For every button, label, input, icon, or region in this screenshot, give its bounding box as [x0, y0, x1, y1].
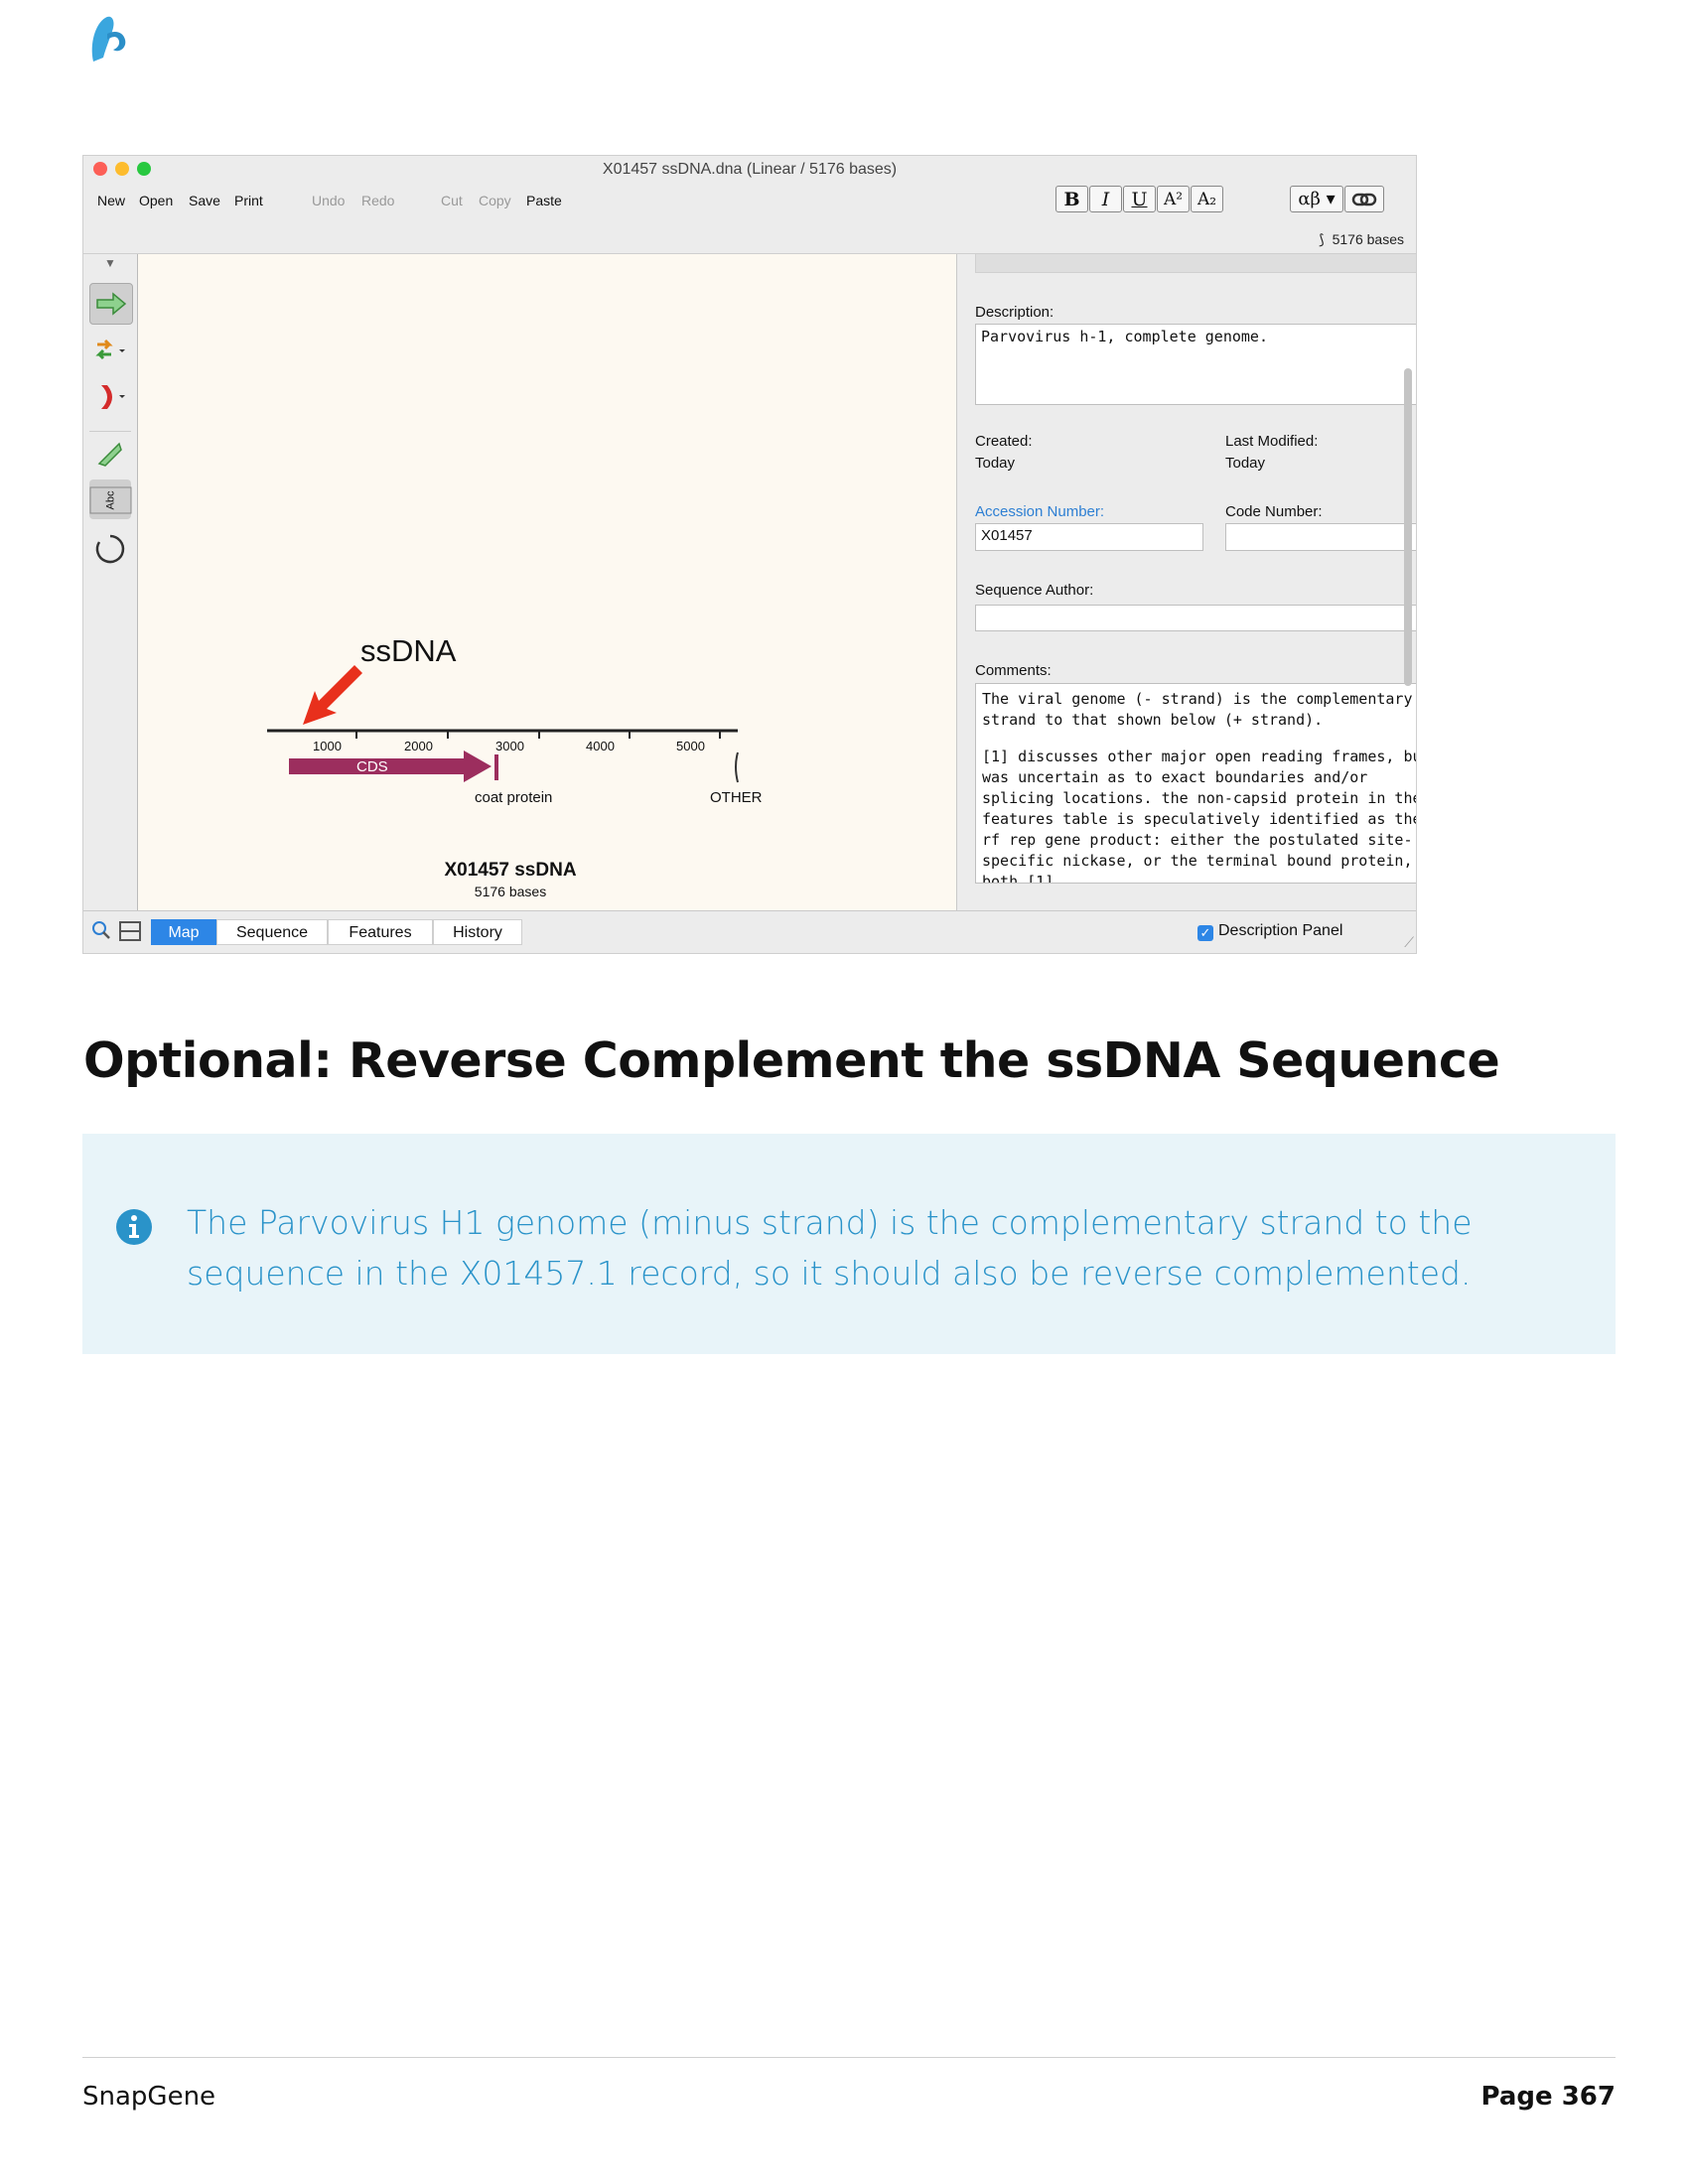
- comments-paragraph-2: [1] discusses other major open reading f…: [982, 748, 1417, 884]
- primer-tool-icon[interactable]: [89, 431, 131, 472]
- print-button[interactable]: Print: [234, 193, 263, 208]
- swap-strands-icon[interactable]: [89, 331, 131, 370]
- panel-header-strip: [975, 254, 1416, 273]
- circular-view-icon[interactable]: [89, 529, 131, 569]
- save-button[interactable]: Save: [189, 193, 220, 208]
- snapgene-logo-icon: [91, 16, 126, 63]
- info-icon: [116, 1209, 152, 1245]
- symbol-button[interactable]: αβ ▾: [1290, 186, 1343, 212]
- description-label: Description:: [975, 304, 1055, 321]
- sequence-map[interactable]: ssDNA 1000 2000 3000 4000 5000 CDS coat …: [138, 254, 957, 911]
- code-number-field[interactable]: [1225, 523, 1416, 551]
- cds-label: CDS: [356, 758, 388, 775]
- section-heading: Optional: Reverse Complement the ssDNA S…: [83, 1032, 1500, 1089]
- created-label: Created:: [975, 433, 1033, 450]
- undo-button[interactable]: Undo: [312, 193, 345, 208]
- info-note-text: The Parvovirus H1 genome (minus strand) …: [187, 1203, 1473, 1293]
- checkbox-checked-icon[interactable]: ✓: [1197, 925, 1213, 941]
- subscript-button[interactable]: A₂: [1191, 186, 1223, 212]
- map-tools: ▼ Abc: [83, 254, 138, 911]
- tick-label-5000: 5000: [676, 739, 705, 753]
- superscript-button[interactable]: A²: [1157, 186, 1190, 212]
- new-button[interactable]: New: [97, 193, 125, 208]
- cut-button[interactable]: Cut: [441, 193, 463, 208]
- description-panel: Description: Parvovirus h-1, complete ge…: [957, 254, 1416, 911]
- last-modified-label: Last Modified:: [1225, 433, 1319, 450]
- description-field[interactable]: Parvovirus h-1, complete genome.: [975, 324, 1416, 405]
- comments-paragraph-1: The viral genome (- strand) is the compl…: [982, 690, 1413, 729]
- coat-protein-feature[interactable]: [494, 754, 498, 780]
- window-title: X01457 ssDNA.dna (Linear / 5176 bases): [602, 161, 898, 178]
- sequence-length: 5176 bases: [474, 884, 547, 899]
- italic-button[interactable]: I: [1089, 186, 1122, 212]
- description-panel-toggle[interactable]: ✓ Description Panel: [1197, 922, 1342, 941]
- tab-history[interactable]: History: [433, 919, 522, 945]
- text-tool-icon[interactable]: Abc: [89, 479, 131, 519]
- info-note: The Parvovirus H1 genome (minus strand) …: [82, 1134, 1616, 1354]
- tab-sequence[interactable]: Sequence: [216, 919, 328, 945]
- base-count-readout: ⟆ 5176 bases: [1319, 231, 1404, 247]
- cds-feature[interactable]: [289, 751, 492, 782]
- paste-button[interactable]: Paste: [526, 193, 562, 208]
- footer-brand: SnapGene: [82, 2082, 216, 2112]
- snapgene-window: X01457 ssDNA.dna (Linear / 5176 bases) N…: [82, 155, 1417, 954]
- coat-protein-label: coat protein: [475, 789, 553, 806]
- tab-map[interactable]: Map: [151, 919, 216, 945]
- copy-button[interactable]: Copy: [479, 193, 511, 208]
- comments-label: Comments:: [975, 662, 1052, 679]
- search-icon[interactable]: [91, 920, 111, 946]
- page-number: Page 367: [1480, 2082, 1616, 2112]
- resize-grip-icon[interactable]: ⟋: [1404, 934, 1414, 951]
- last-modified-value: Today: [1225, 455, 1266, 472]
- footer-divider: [82, 2057, 1616, 2058]
- ssdna-annotation: ssDNA: [360, 633, 457, 668]
- comments-field[interactable]: The viral genome (- strand) is the compl…: [975, 683, 1417, 884]
- sequence-author-select[interactable]: ▾: [975, 605, 1416, 631]
- bold-button[interactable]: B: [1055, 186, 1088, 212]
- code-number-label: Code Number:: [1225, 503, 1323, 520]
- tick-label-4000: 4000: [586, 739, 615, 753]
- redo-button[interactable]: Redo: [361, 193, 394, 208]
- collapse-tools-icon[interactable]: ▼: [89, 254, 131, 272]
- split-view-icon[interactable]: [119, 921, 141, 946]
- accession-number-label[interactable]: Accession Number:: [975, 503, 1104, 520]
- open-button[interactable]: Open: [139, 193, 173, 208]
- panel-scrollbar[interactable]: [1404, 368, 1412, 686]
- sequence-author-label: Sequence Author:: [975, 582, 1094, 599]
- created-value: Today: [975, 455, 1016, 472]
- underline-button[interactable]: U: [1123, 186, 1156, 212]
- tick-label-2000: 2000: [404, 739, 433, 753]
- arrow-tool-icon[interactable]: [89, 283, 133, 325]
- sequence-name: X01457 ssDNA: [444, 860, 577, 881]
- tab-features[interactable]: Features: [328, 919, 433, 945]
- accession-number-field[interactable]: X01457: [975, 523, 1203, 551]
- tick-label-1000: 1000: [313, 739, 342, 753]
- link-icon[interactable]: [1344, 186, 1384, 212]
- view-tab-bar: Map Sequence Features History ✓ Descripti…: [83, 910, 1416, 953]
- title-bar: X01457 ssDNA.dna (Linear / 5176 bases): [83, 156, 1416, 178]
- other-label: OTHER: [710, 789, 763, 806]
- tick-label-3000: 3000: [495, 739, 524, 753]
- feature-arrow-icon[interactable]: [89, 377, 131, 417]
- other-feature[interactable]: [735, 751, 739, 783]
- strand-icon: ⟆: [1319, 231, 1325, 247]
